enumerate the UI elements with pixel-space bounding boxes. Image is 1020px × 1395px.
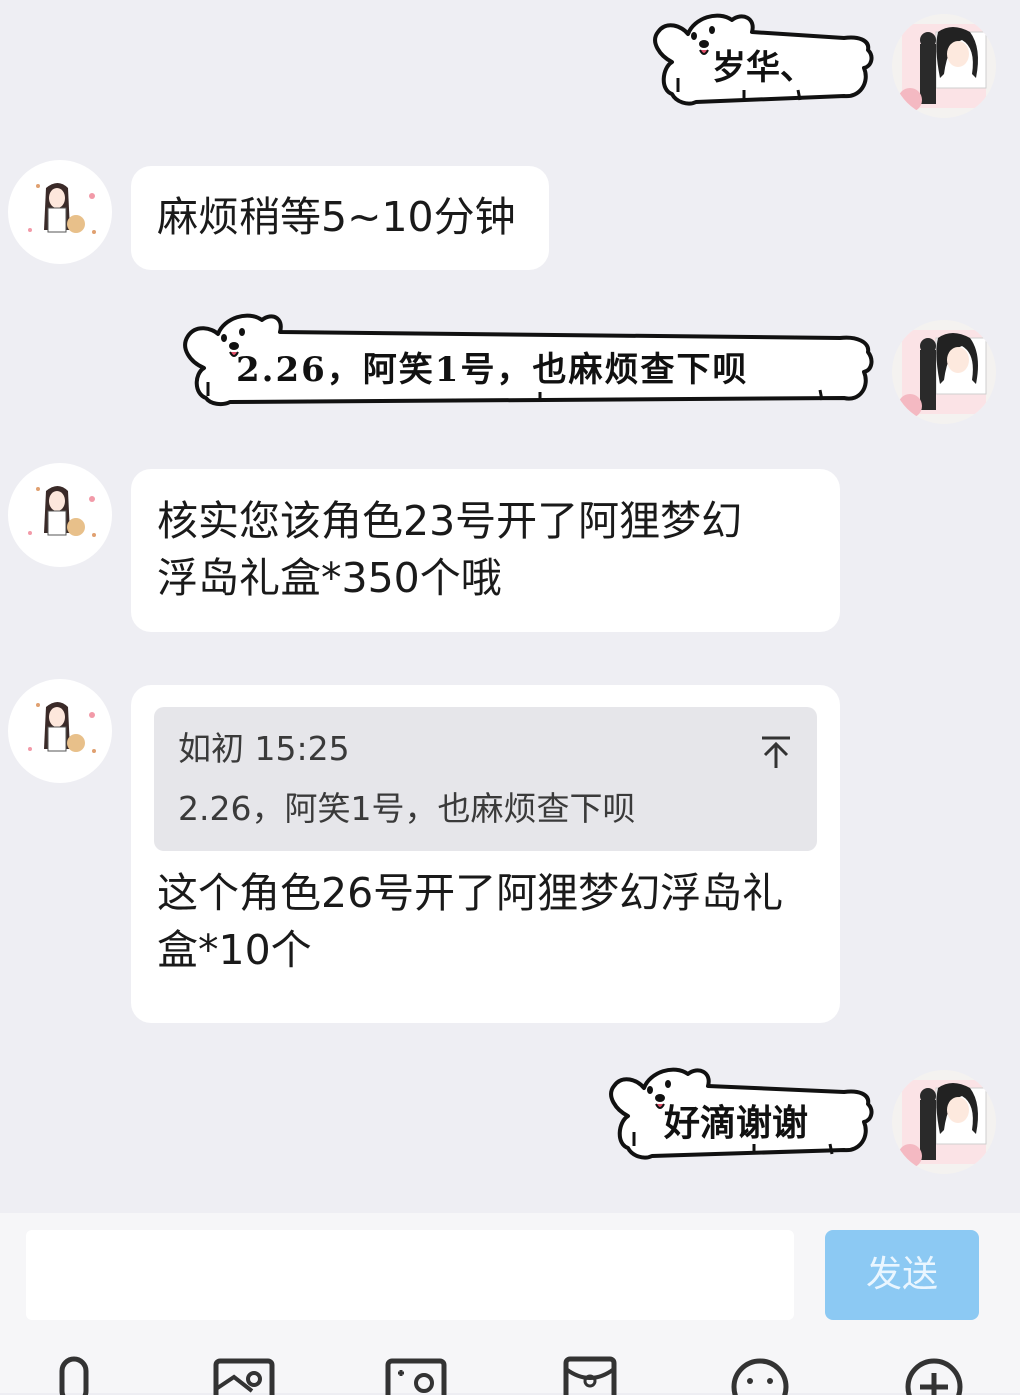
- message-text-line: 核实您该角色23号开了阿狸梦幻: [157, 497, 743, 545]
- my-avatar[interactable]: [892, 14, 996, 118]
- sent-sticker-message[interactable]: 2.26，阿笑1号，也麻烦查下呗: [180, 308, 876, 408]
- avatar-cartoon-girl-cat: [8, 679, 112, 783]
- sticker-caption: 好滴谢谢: [664, 1102, 809, 1144]
- avatar-cartoon-girl-cat: [8, 463, 112, 567]
- quote-author: 如初: [178, 729, 244, 768]
- sent-sticker-message[interactable]: 好滴谢谢: [604, 1060, 876, 1164]
- send-button[interactable]: 发送: [825, 1230, 979, 1320]
- emoji-icon[interactable]: [728, 1355, 792, 1395]
- my-avatar[interactable]: [892, 1070, 996, 1174]
- camera-icon[interactable]: [384, 1355, 448, 1395]
- message-text-line: 盒*10个: [157, 926, 312, 974]
- image-icon[interactable]: [212, 1355, 276, 1395]
- received-message-bubble[interactable]: 麻烦稍等5~10分钟: [131, 166, 549, 270]
- avatar-cartoon-girl-cat: [8, 160, 112, 264]
- jump-to-original-icon[interactable]: [759, 735, 793, 769]
- avatar-girl-image: [892, 320, 996, 424]
- received-message-bubble[interactable]: 核实您该角色23号开了阿狸梦幻 浮岛礼盒*350个哦: [131, 469, 840, 632]
- message-text-line: 这个角色26号开了阿狸梦幻浮岛礼: [157, 869, 784, 917]
- input-bar: 发送: [0, 1213, 1020, 1393]
- plus-icon[interactable]: [902, 1355, 966, 1395]
- chat-message-list[interactable]: 岁华、 麻烦稍等5~10分钟 2.26，阿笑1号，也麻烦查下呗 核实您该角色23…: [0, 0, 1020, 1213]
- message-text-line: 浮岛礼盒*350个哦: [157, 554, 502, 602]
- message-input[interactable]: [26, 1230, 794, 1320]
- quote-author-time: 如初 15:25: [178, 725, 793, 773]
- red-packet-icon[interactable]: [558, 1355, 622, 1395]
- voice-icon[interactable]: [42, 1355, 106, 1395]
- my-avatar[interactable]: [892, 320, 996, 424]
- received-reply-bubble[interactable]: 如初 15:25 2.26，阿笑1号，也麻烦查下呗 这个角色26号开了阿狸梦幻浮…: [131, 685, 840, 1023]
- agent-avatar[interactable]: [8, 679, 112, 783]
- agent-avatar[interactable]: [8, 160, 112, 264]
- avatar-girl-image: [892, 14, 996, 118]
- sticker-caption: 2.26，阿笑1号，也麻烦查下呗: [236, 350, 749, 390]
- message-text: 麻烦稍等5~10分钟: [157, 193, 516, 241]
- quoted-message[interactable]: 如初 15:25 2.26，阿笑1号，也麻烦查下呗: [154, 707, 817, 851]
- agent-avatar[interactable]: [8, 463, 112, 567]
- quote-text: 2.26，阿笑1号，也麻烦查下呗: [178, 789, 636, 828]
- quote-time: 15:25: [254, 729, 350, 768]
- sticker-caption: 岁华、: [712, 48, 814, 88]
- avatar-girl-image: [892, 1070, 996, 1174]
- sent-sticker-message[interactable]: 岁华、: [648, 6, 876, 110]
